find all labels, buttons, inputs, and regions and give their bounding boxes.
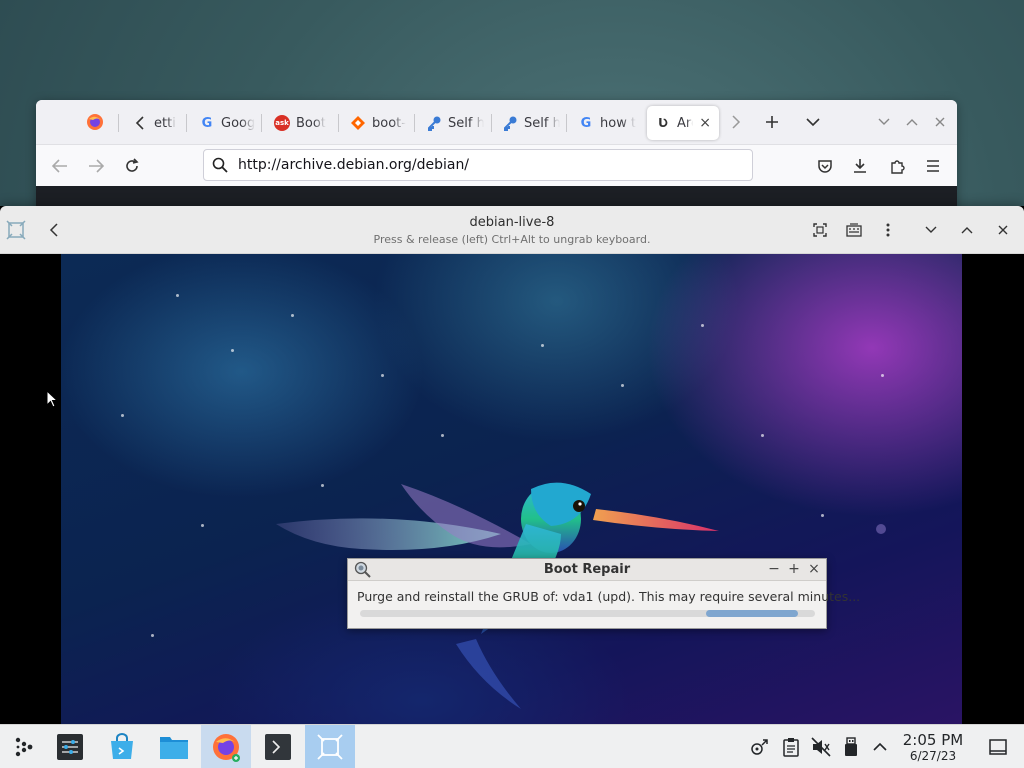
close-icon[interactable]: × (806, 560, 822, 578)
tab-active[interactable]: Ʋ Arc × (647, 106, 719, 140)
search-icon (212, 157, 228, 173)
minimize-icon[interactable] (872, 110, 896, 134)
nav-bar: http://archive.debian.org/debian/ (36, 144, 957, 186)
url-bar[interactable]: http://archive.debian.org/debian/ (203, 149, 753, 181)
firefox-task[interactable] (201, 725, 251, 768)
back-arrow-icon (132, 115, 148, 131)
system-settings-task[interactable] (45, 725, 95, 768)
forward-icon[interactable] (84, 154, 108, 178)
google-icon: G (201, 115, 213, 131)
fullscreen-icon[interactable] (808, 218, 832, 242)
volume-muted-icon[interactable] (811, 737, 831, 757)
clipboard-icon[interactable] (781, 737, 801, 757)
ul-icon: Ʋ (658, 116, 668, 130)
maximize-icon[interactable] (955, 218, 979, 242)
progress-pulse (706, 610, 798, 617)
dialog-title: Boot Repair (543, 562, 631, 577)
progress-bar (360, 610, 815, 617)
tab-1[interactable]: etti (132, 106, 176, 140)
clock-date: 6/27/23 (909, 749, 957, 763)
tab-label: Self h (524, 115, 560, 131)
menu-icon[interactable] (921, 154, 945, 178)
vm-subtitle: Press & release (left) Ctrl+Alt to ungra… (373, 233, 651, 246)
tab-label: Goog (221, 115, 256, 131)
launcher-icon (15, 737, 33, 757)
maximize-icon[interactable] (900, 110, 924, 134)
minimize-icon[interactable] (919, 218, 943, 242)
firefox-icon (213, 734, 240, 762)
close-icon[interactable] (991, 218, 1015, 242)
extensions-icon[interactable] (885, 154, 909, 178)
folder-icon (160, 737, 188, 759)
shopping-bag-icon (111, 733, 133, 759)
tab-label: how t (600, 115, 636, 131)
firefox-window: etti G Goog ask Boot boot- Self h Self h… (36, 100, 957, 220)
boot-repair-dialog: Boot Repair − + × Purge and reinstall th… (347, 558, 860, 629)
firefox-icon[interactable] (83, 110, 107, 134)
network-share-icon[interactable] (750, 737, 770, 757)
new-tab-icon[interactable] (760, 110, 784, 134)
status-message: Purge and reinstall the GRUB of: vda1 (u… (357, 589, 861, 604)
keyboard-icon[interactable] (842, 218, 866, 242)
tab-4[interactable]: boot- (350, 106, 406, 140)
maximize-icon[interactable]: + (786, 560, 802, 578)
remote-viewer-icon (317, 734, 343, 760)
tab-label: etti (154, 115, 176, 131)
taskbar: 2:05 PM 6/27/23 (0, 724, 1024, 768)
terminal-task[interactable] (253, 725, 303, 768)
close-window-icon[interactable] (928, 110, 952, 134)
tab-6[interactable]: Self h (502, 106, 560, 140)
show-desktop-icon[interactable] (988, 737, 1008, 757)
url-text: http://archive.debian.org/debian/ (238, 157, 470, 173)
clock-time: 2:05 PM (902, 731, 964, 749)
more-options-icon[interactable] (876, 218, 900, 242)
file-manager-task[interactable] (149, 725, 199, 768)
key-icon (502, 115, 518, 131)
vm-title: debian-live-8 (469, 215, 555, 230)
digital-clock[interactable]: 2:05 PM 6/27/23 (896, 731, 970, 763)
vm-viewer-window: debian-live-8 Press & release (left) Ctr… (0, 206, 1024, 724)
sourceforge-icon (350, 115, 366, 131)
tab-label: Boot (296, 115, 326, 131)
downloads-icon[interactable] (848, 154, 872, 178)
ask-icon: ask (274, 115, 290, 131)
reload-icon[interactable] (120, 154, 144, 178)
usb-device-icon[interactable] (841, 737, 861, 757)
vm-display[interactable] (61, 254, 962, 724)
scroll-tabs-right-icon[interactable] (724, 110, 748, 134)
tab-label: Self h (448, 115, 484, 131)
tab-5[interactable]: Self h (426, 106, 484, 140)
back-icon[interactable] (48, 154, 72, 178)
vm-viewer-task[interactable] (305, 725, 355, 768)
mouse-cursor-icon (46, 390, 58, 408)
tab-label: Arc (677, 115, 693, 131)
discover-task[interactable] (97, 725, 147, 768)
tab-3[interactable]: ask Boot (274, 106, 326, 140)
tab-2[interactable]: G Goog (199, 106, 256, 140)
application-launcher[interactable] (0, 725, 50, 768)
terminal-icon (265, 734, 291, 760)
tab-7[interactable]: G how t (578, 106, 636, 140)
minimize-icon[interactable]: − (766, 560, 782, 578)
settings-icon (57, 734, 83, 760)
tab-label: boot- (372, 115, 406, 131)
dialog-titlebar[interactable]: Boot Repair − + × (348, 559, 826, 581)
show-hidden-icons-icon[interactable] (870, 737, 890, 757)
list-tabs-icon[interactable] (801, 110, 825, 134)
tab-bar: etti G Goog ask Boot boot- Self h Self h… (36, 100, 957, 144)
hummingbird-wallpaper (276, 482, 719, 709)
google-icon: G (580, 115, 592, 131)
key-icon (426, 115, 442, 131)
close-tab-icon[interactable]: × (699, 115, 711, 131)
pocket-icon[interactable] (813, 154, 837, 178)
ask-icon-text: ask (274, 115, 290, 131)
vm-header: debian-live-8 Press & release (left) Ctr… (0, 206, 1024, 254)
